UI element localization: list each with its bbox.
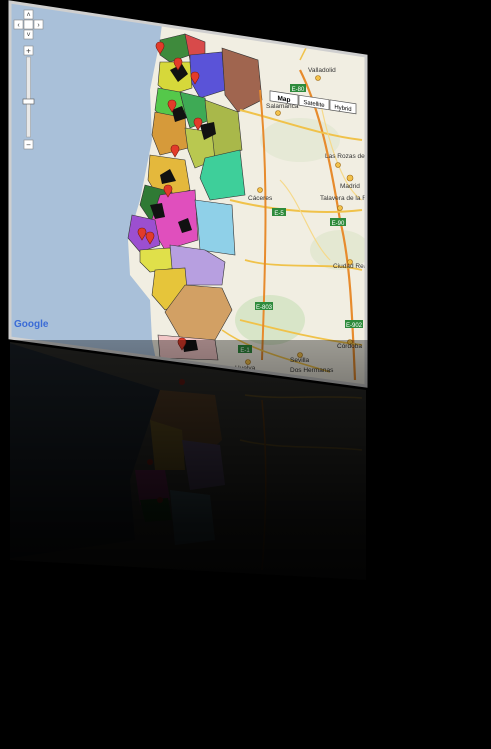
chevron-down-icon: ˅	[26, 32, 30, 39]
google-logo: Google	[14, 319, 49, 330]
district-region[interactable]	[199, 149, 246, 201]
place-label: Cáceres	[248, 195, 273, 202]
place-label: Madrid	[340, 183, 360, 190]
highway-label: E-80	[292, 87, 305, 93]
map-panel[interactable]: E-80 E-90 E-5 E-803 E-902 E-1 Valladolid…	[0, 0, 491, 749]
place-label: Sevilla	[290, 357, 310, 364]
place-label: Dos Hermanas	[290, 367, 334, 374]
map-reflection	[10, 342, 366, 580]
zoom-slider-track[interactable]	[26, 56, 31, 138]
place-label: Ciudad Real	[333, 263, 369, 270]
chevron-up-icon: ˄	[26, 12, 30, 19]
highway-label: E-803	[256, 305, 273, 311]
reset-view-button[interactable]	[23, 19, 34, 30]
plus-icon: +	[26, 47, 31, 56]
zoom-slider-handle[interactable]	[22, 98, 35, 105]
place-label: Valladolid	[308, 67, 336, 74]
highway-label: E-5	[274, 211, 284, 217]
highway-label: E-902	[346, 323, 363, 329]
place-label: Las Rozas de Madrid	[325, 153, 387, 160]
map-canvas[interactable]: E-80 E-90 E-5 E-803 E-902 E-1 Valladolid…	[0, 0, 491, 400]
district-region[interactable]	[194, 199, 236, 256]
highway-label: E-1	[240, 348, 250, 354]
minus-icon: −	[26, 141, 31, 150]
place-label: Córdoba	[337, 343, 362, 350]
screen: E-80 E-90 E-5 E-803 E-902 E-1 Valladolid…	[0, 0, 491, 749]
place-label: Talavera de la Reina	[320, 195, 380, 202]
highway-label: E-90	[332, 221, 345, 227]
